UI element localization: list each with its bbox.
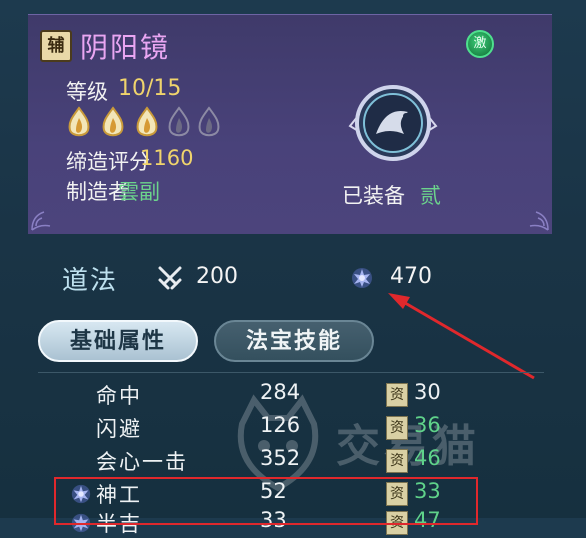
aptitude-value: 46 <box>414 446 441 470</box>
attribute-value: 284 <box>260 380 301 404</box>
flame-gem-empty-icon <box>168 106 190 137</box>
refine-gems <box>42 106 220 142</box>
attribute-row: 命中 284 资 30 <box>0 380 586 410</box>
spirit-value: 470 <box>390 264 432 289</box>
yinyang-mirror-icon <box>348 85 438 161</box>
attribute-value: 126 <box>260 413 301 437</box>
attribute-name: 闪避 <box>96 417 142 441</box>
attribute-row: 闪避 126 资 36 <box>0 413 586 443</box>
tab-basic-attributes[interactable]: 基础属性 <box>38 320 198 362</box>
attribute-name: 会心一击 <box>96 450 188 474</box>
equipped-label: 已装备 <box>342 184 405 208</box>
corner-ornament-right <box>529 211 549 231</box>
divider <box>38 372 544 373</box>
flame-gem-icon <box>102 106 124 137</box>
equipped-value: 贰 <box>420 184 441 208</box>
attack-value: 200 <box>196 264 238 289</box>
aptitude-value: 36 <box>414 413 441 437</box>
attribute-name: 命中 <box>96 384 142 408</box>
aptitude-value: 30 <box>414 380 441 404</box>
level-label: 等级 <box>66 80 108 104</box>
score-value: 1160 <box>140 146 194 170</box>
level-value: 10/15 <box>118 76 182 101</box>
activate-badge[interactable]: 激 <box>466 30 494 58</box>
spirit-flower-icon <box>352 268 372 288</box>
aptitude-badge: 资 <box>386 416 408 440</box>
item-name: 阴阳镜 <box>80 31 171 64</box>
corner-ornament-left <box>31 211 51 231</box>
flame-gem-icon <box>136 106 158 137</box>
category-label: 道法 <box>62 266 119 296</box>
flame-gem-empty-icon <box>198 106 220 137</box>
aptitude-badge: 资 <box>386 449 408 473</box>
attribute-row: 会心一击 352 资 46 <box>0 446 586 476</box>
attribute-value: 352 <box>260 446 301 470</box>
score-label: 缔造评分 <box>66 150 150 174</box>
crossed-swords-icon <box>158 266 182 290</box>
aptitude-badge: 资 <box>386 383 408 407</box>
tab-treasure-skills[interactable]: 法宝技能 <box>214 320 374 362</box>
item-type-badge: 辅 <box>40 30 72 62</box>
maker-value[interactable]: 雲副 <box>118 176 160 206</box>
flame-gem-icon <box>68 106 90 137</box>
